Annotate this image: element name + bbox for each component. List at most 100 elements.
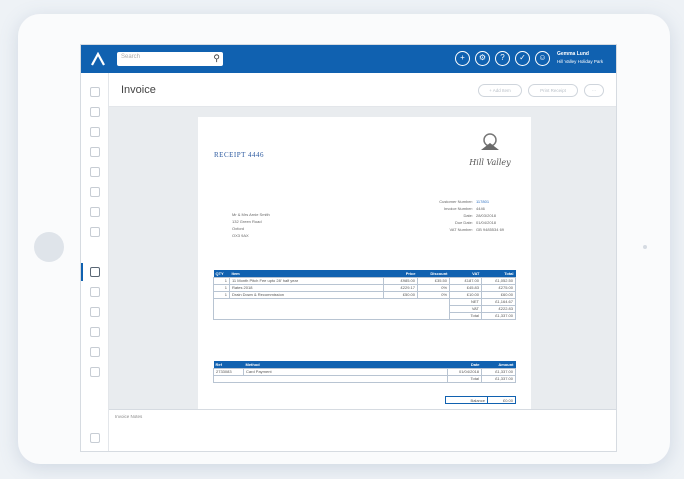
sidebar-active-indicator (81, 263, 83, 281)
search-placeholder: Search (121, 54, 141, 60)
col-header: Item (229, 270, 384, 277)
camera-dot (643, 245, 647, 249)
sidebar-mail-icon[interactable] (90, 207, 100, 217)
receipt-title: RECEIPT 4446 (214, 151, 265, 159)
home-button[interactable] (34, 232, 64, 262)
cell: £1,052.50 (481, 276, 516, 285)
cell: 01/04/2018 (447, 367, 482, 376)
cell: £187.00 (449, 276, 482, 285)
sidebar-stock-icon[interactable] (90, 227, 100, 237)
table-row[interactable]: 1 Drain Down & Recommission £50.00 0% £1… (213, 290, 516, 299)
user-name: Gemma Lund (557, 51, 589, 57)
meta-label: Customer Number: (439, 199, 473, 204)
app-screen: Search ⚲ + ⚙ ? ✓ ☺ Gemma Lund Hill Valle… (80, 44, 617, 452)
meta-label: VAT Number: (449, 227, 473, 232)
total-value: £1,337.00 (481, 311, 516, 320)
meta-value: GB 9485534 69 (476, 227, 505, 232)
balance-value: £0.00 (487, 396, 516, 404)
items-table: QTY Item Price Discount VAT Total 1 11 M… (213, 270, 516, 320)
sidebar-alerts-icon[interactable] (90, 327, 100, 337)
cell: £45.83 (449, 283, 482, 292)
user-company: Hill Valley Holiday Park (557, 59, 604, 64)
cell: 11 Month Pitch Fee upto 28' half year (229, 276, 384, 285)
total-value: £1,164.67 (481, 297, 516, 306)
sidebar-calendar-icon[interactable] (90, 107, 100, 117)
avatar-icon[interactable]: ☺ (535, 51, 550, 66)
sidebar-documents-icon[interactable] (90, 127, 100, 137)
sidebar-reports-icon[interactable] (90, 187, 100, 197)
search-input[interactable]: Search ⚲ (117, 52, 223, 66)
logo-icon[interactable] (91, 52, 105, 66)
sidebar-customers-icon[interactable] (90, 147, 100, 157)
balance-table: Balance £0.00 (445, 396, 516, 404)
cell: 1 (213, 276, 230, 285)
sidebar-settings-icon[interactable] (90, 367, 100, 377)
col-header: Amount (481, 361, 516, 368)
brand-badge-icon (481, 133, 499, 150)
total-label: Total (449, 311, 482, 320)
sidebar-sync-icon[interactable] (90, 307, 100, 317)
sidebar-units-icon[interactable] (90, 167, 100, 177)
sidebar-archive-icon[interactable] (90, 347, 100, 357)
cell: £10.00 (449, 290, 482, 299)
check-icon[interactable]: ✓ (515, 51, 530, 66)
receipt-document: RECEIPT 4446 Hill Valley Mr & Mrs Arnie … (198, 117, 531, 409)
table-row[interactable]: 2733083 Card Payment 01/04/2018 £1,337.0… (213, 367, 516, 376)
table-row[interactable]: 1 11 Month Pitch Fee upto 28' half year … (213, 276, 516, 285)
more-button[interactable]: ··· (584, 84, 604, 97)
total-label: VAT (449, 304, 482, 313)
cell: 0% (417, 283, 450, 292)
cell: £50.00 (383, 290, 418, 299)
col-header: Price (383, 270, 418, 277)
top-bar: Search ⚲ + ⚙ ? ✓ ☺ Gemma Lund Hill Valle… (81, 45, 616, 73)
print-receipt-button[interactable]: Print Receipt (528, 84, 578, 97)
customer-number-link[interactable]: 117801 (476, 198, 489, 205)
cell: Drain Down & Recommission (229, 290, 384, 299)
col-header: Date (447, 361, 482, 368)
sidebar-edit-icon[interactable] (90, 433, 100, 443)
sidebar-dashboard-icon[interactable] (90, 87, 100, 97)
table-row[interactable]: 1 Rates 2018 £229.17 0% £45.83 £275.00 (213, 283, 516, 292)
cell: 1 (213, 283, 230, 292)
settings-icon[interactable]: ⚙ (475, 51, 490, 66)
invoice-notes-field[interactable]: Invoice Notes (109, 409, 616, 451)
total-value: £1,337.00 (481, 374, 516, 383)
meta-value: 01/04/2018 (476, 220, 497, 225)
add-item-button[interactable]: + Add Item (478, 84, 522, 97)
cell: Rates 2018 (229, 283, 384, 292)
meta-label: Invoice Number: (443, 206, 473, 211)
address-line: Mr & Mrs Arnie Smith (232, 212, 270, 217)
meta-label: Date: (463, 213, 473, 218)
brand-name: Hill Valley (469, 158, 511, 167)
col-header: Discount (417, 270, 450, 277)
sidebar-invoices-icon[interactable] (90, 267, 100, 277)
col-header: VAT (449, 270, 482, 277)
col-header: QTY (213, 270, 230, 277)
address-line: OX3 9AX (232, 233, 249, 238)
invoice-notes-label: Invoice Notes (115, 414, 143, 419)
meta-label: Due Date: (454, 220, 473, 225)
cell: 0% (417, 290, 450, 299)
cell: £60.00 (481, 290, 516, 299)
add-icon[interactable]: + (455, 51, 470, 66)
blank-cell (213, 297, 450, 320)
address-line: Oxford (232, 226, 245, 231)
total-label: Total (447, 374, 482, 383)
cell: £229.17 (383, 283, 418, 292)
document-area: RECEIPT 4446 Hill Valley Mr & Mrs Arnie … (109, 107, 616, 409)
address-line: 132 Green Road (232, 219, 262, 224)
blank-cell (213, 374, 448, 383)
cell: 1 (213, 290, 230, 299)
meta-value: 28/03/2018 (476, 213, 497, 218)
meta-value: 4446 (476, 206, 485, 211)
help-icon[interactable]: ? (495, 51, 510, 66)
page-title: Invoice (121, 84, 156, 96)
col-header: Total (481, 270, 516, 277)
brand-logo: Hill Valley (460, 133, 520, 167)
search-icon[interactable]: ⚲ (213, 53, 220, 64)
balance-label: Balance (445, 396, 488, 404)
total-label: NET (449, 297, 482, 306)
user-info[interactable]: Gemma Lund Hill Valley Holiday Park (557, 51, 603, 65)
sidebar-tasks-icon[interactable] (90, 287, 100, 297)
cell: £985.00 (383, 276, 418, 285)
